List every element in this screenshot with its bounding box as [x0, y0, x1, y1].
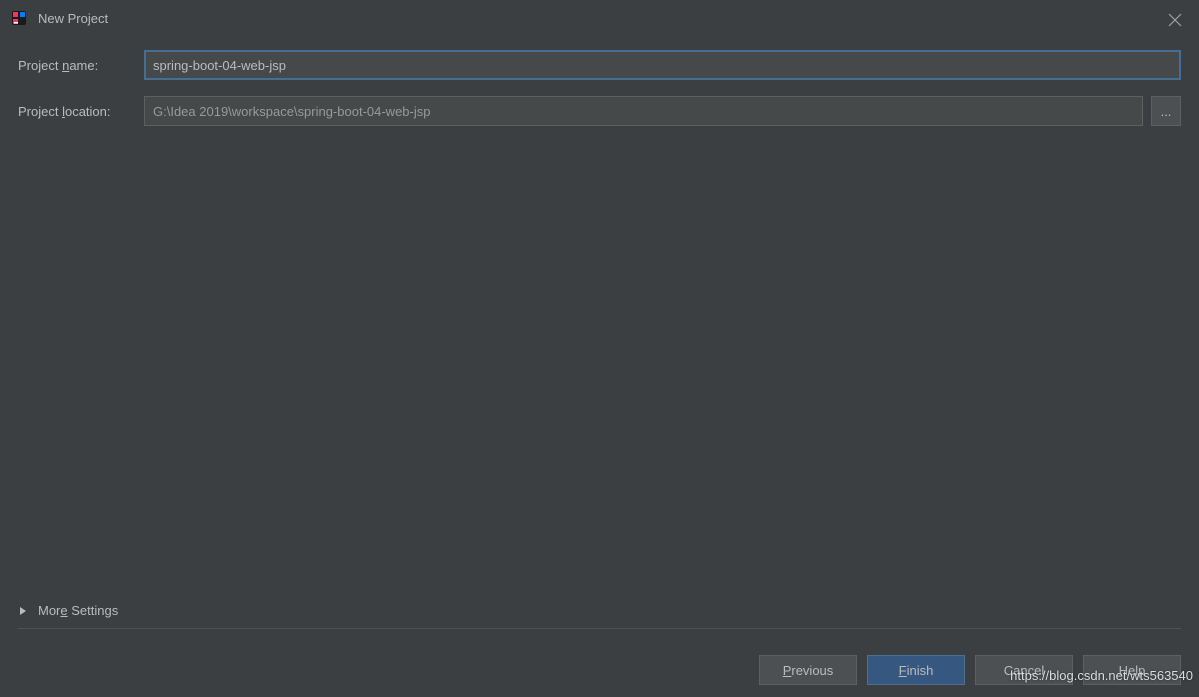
expand-arrow-icon: [18, 606, 28, 616]
finish-button[interactable]: Finish: [867, 655, 965, 685]
intellij-icon: [10, 9, 28, 27]
project-name-label: Project name:: [18, 58, 144, 73]
button-bar: Previous Finish Cancel Help: [759, 655, 1181, 685]
previous-button[interactable]: Previous: [759, 655, 857, 685]
cancel-button[interactable]: Cancel: [975, 655, 1073, 685]
window-title: New Project: [38, 11, 108, 26]
more-settings-toggle[interactable]: More Settings: [18, 603, 1181, 629]
dialog-content: Project name: Project location: ...: [0, 36, 1199, 126]
titlebar: New Project: [0, 0, 1199, 36]
project-location-row: Project location: ...: [18, 96, 1181, 126]
project-name-row: Project name:: [18, 50, 1181, 80]
close-button[interactable]: [1163, 8, 1187, 32]
more-settings-label: More Settings: [38, 603, 118, 618]
project-name-input[interactable]: [144, 50, 1181, 80]
browse-location-button[interactable]: ...: [1151, 96, 1181, 126]
project-location-label: Project location:: [18, 104, 144, 119]
project-location-input[interactable]: [144, 96, 1143, 126]
help-button[interactable]: Help: [1083, 655, 1181, 685]
close-icon: [1168, 13, 1182, 27]
